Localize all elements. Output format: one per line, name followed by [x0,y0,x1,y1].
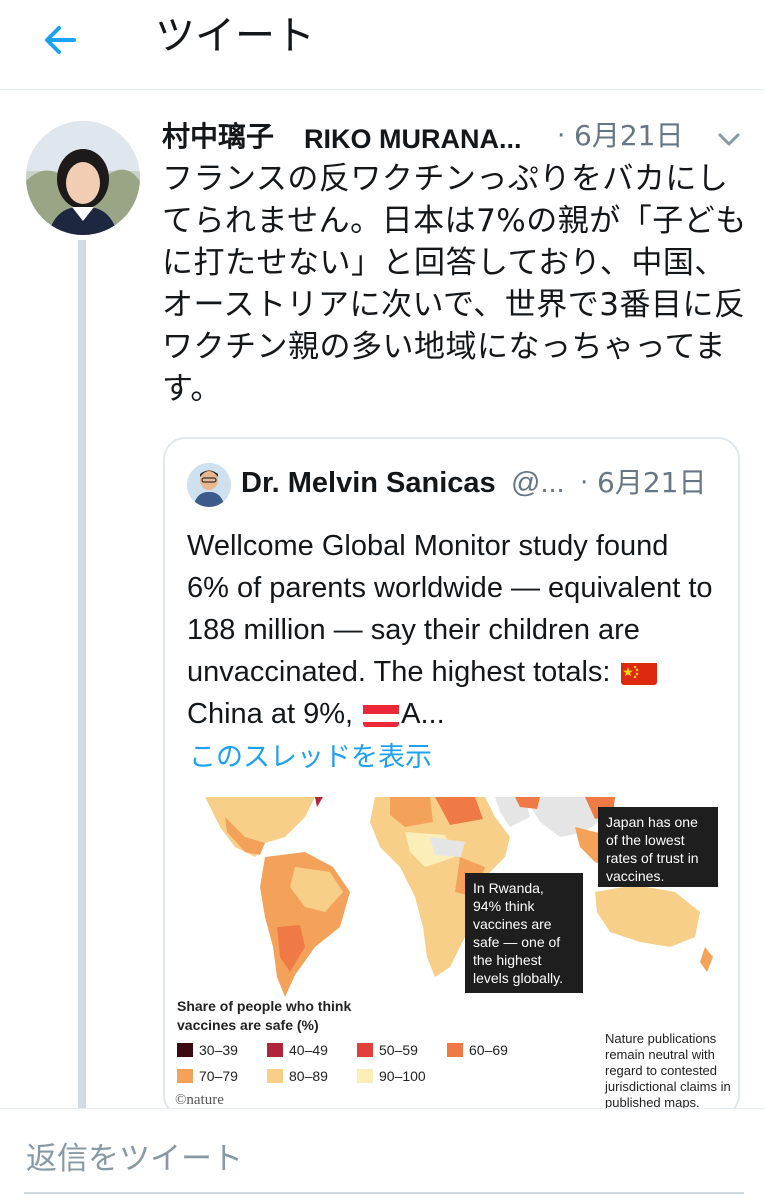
reply-input[interactable]: 返信をツイート [26,1139,243,1179]
avatar-image [26,121,140,235]
legend-title: Share of people who think vaccines are s… [177,998,352,1033]
austria-flag-icon [363,701,400,727]
quote-media-map[interactable]: Japan has one of the lowest rates of tru… [165,797,738,1115]
quote-avatar-image [187,463,231,507]
quote-display-name: Dr. Melvin Sanicas [241,467,496,499]
thread-line [78,240,86,1110]
back-arrow-icon [45,26,76,54]
legend-swatch [177,1043,193,1057]
quoted-tweet-card[interactable]: Dr. Melvin Sanicas @... · 6月21日 Wellcome… [163,437,740,1117]
legend-swatch [447,1043,463,1057]
page-title: ツイート [155,13,315,59]
quote-text: Wellcome Global Monitor study found 6% o… [187,525,717,735]
separator-dot: · [557,121,566,151]
quote-date: 6月21日 [597,466,707,499]
legend-label: 80–89 [289,1068,328,1084]
legend-item: 80–89 [267,1068,328,1084]
tweet-menu-button[interactable] [714,124,744,154]
tweet-header: 村中璃子 RIKO MURANA... · 6月21日 [162,118,752,158]
quote-separator-dot: · [580,468,589,498]
legend-item: 70–79 [177,1068,238,1084]
legend-item: 30–39 [177,1042,238,1058]
quote-avatar [187,463,231,507]
nature-credit: ©nature [175,1092,224,1108]
reply-input-underline [24,1192,744,1194]
tweet-text: フランスの反ワクチンっぷりをバカにしてられません。日本は7%の親が「子どもに打た… [162,161,747,407]
china-flag-icon [620,659,657,685]
legend-label: 60–69 [469,1042,508,1058]
legend-item: 50–59 [357,1042,418,1058]
tweet-date[interactable]: 6月21日 [574,118,683,154]
avatar[interactable] [26,121,140,235]
legend-swatch [357,1043,373,1057]
legend-label: 40–49 [289,1042,328,1058]
legend-item: 60–69 [447,1042,508,1058]
rwanda-callout: In Rwanda, 94% think vaccines are safe —… [465,873,583,993]
legend-swatch [357,1069,373,1083]
author-display-name[interactable]: 村中璃子 [162,118,274,156]
legend-label: 70–79 [199,1068,238,1084]
quote-handle: @... [511,467,565,499]
map-disclaimer: Nature publications remain neutral with … [605,1031,731,1110]
chevron-down-icon [718,133,740,146]
japan-callout: Japan has one of the lowest rates of tru… [598,807,718,887]
legend-item: 90–100 [357,1068,426,1084]
quote-text-part-3: A... [401,698,445,730]
reply-bar: 返信をツイート [0,1108,765,1200]
legend-swatch [267,1043,283,1057]
legend-swatch [177,1069,193,1083]
legend-label: 30–39 [199,1042,238,1058]
show-thread-link[interactable]: このスレッドを表示 [189,739,432,777]
quote-text-part-2: China at 9%, [187,698,362,730]
legend-label: 50–59 [379,1042,418,1058]
app-header: ツイート [0,0,765,90]
legend-item: 40–49 [267,1042,328,1058]
author-handle[interactable]: RIKO MURANA... [304,121,522,157]
back-button[interactable] [36,16,84,64]
legend-swatch [267,1069,283,1083]
legend-label: 90–100 [379,1068,426,1084]
